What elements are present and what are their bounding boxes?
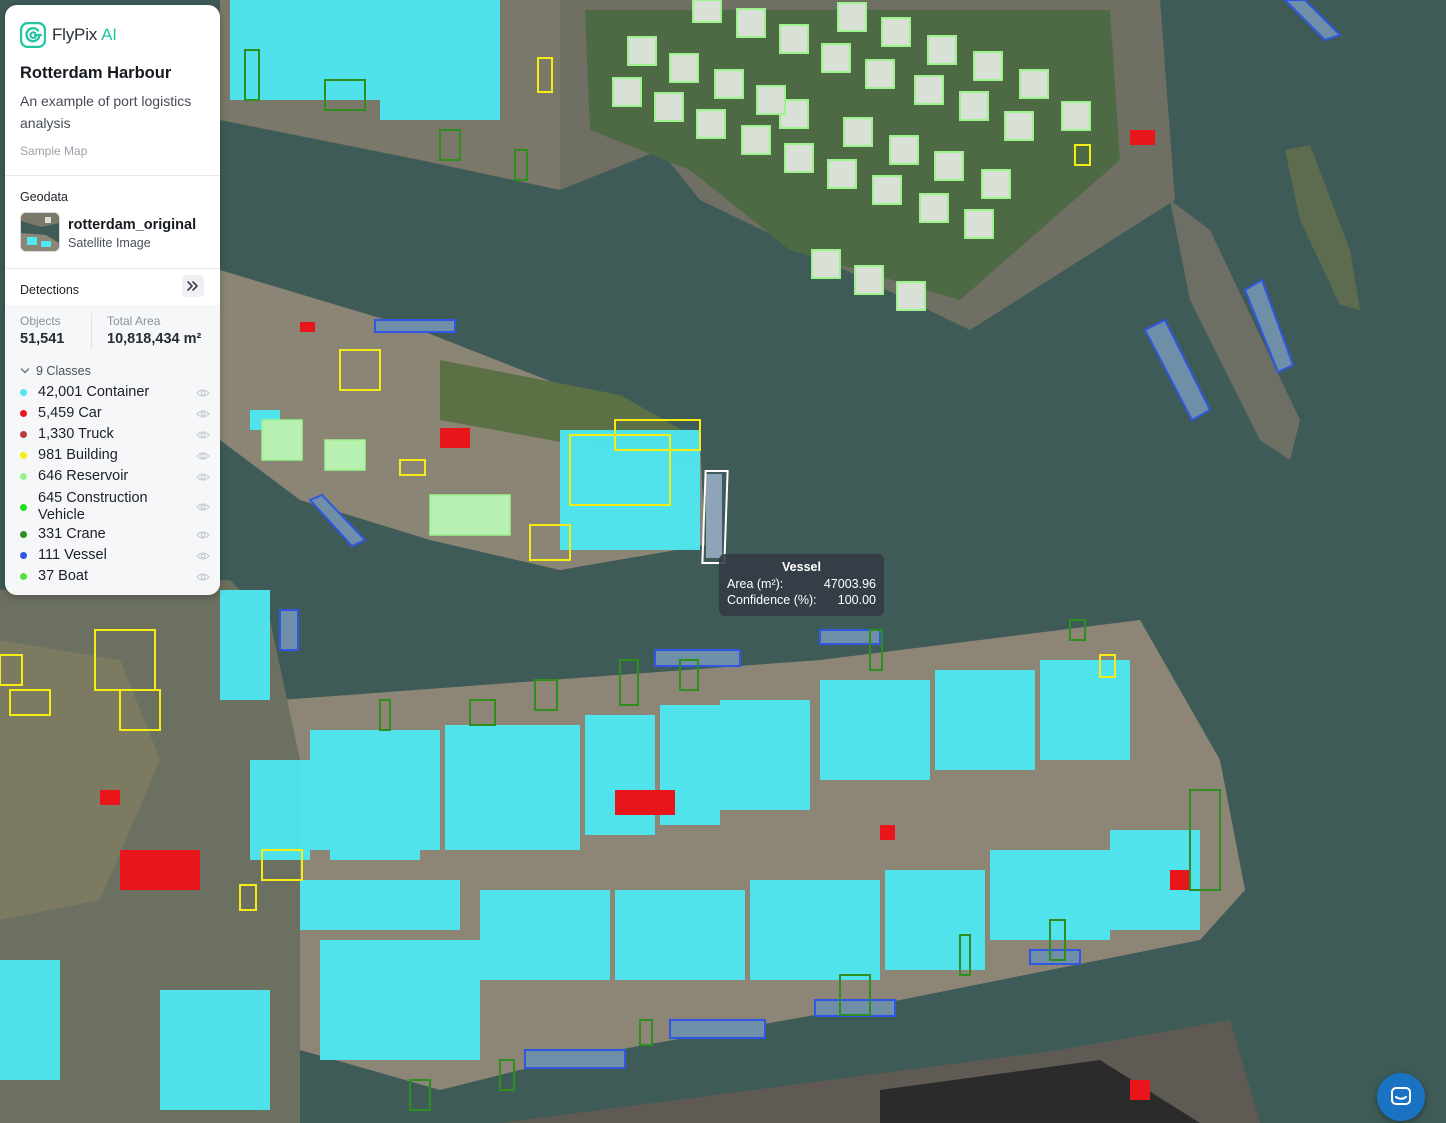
tooltip-area-label: Area (m²): [727,577,784,591]
class-row[interactable]: 37 Boat [20,568,210,585]
geodata-file-name[interactable]: rotterdam_original [68,217,212,233]
class-label: 646 Reservoir [38,468,129,484]
tooltip-area-value: 47003.96 [823,577,876,591]
class-row[interactable]: 646 Reservoir [20,468,210,485]
project-title: Rotterdam Harbour [20,64,172,82]
eye-icon[interactable] [196,572,210,582]
class-label: 981 Building [38,447,118,463]
detections-stats: Objects 51,541 Total Area 10,818,434 m² … [5,305,220,595]
brand[interactable]: FlyPix AI [20,22,117,48]
class-color-dot [20,552,27,559]
eye-icon[interactable] [196,430,210,440]
class-label: 5,459 Car [38,405,102,421]
class-row[interactable]: 331 Crane [20,526,210,543]
class-color-dot [20,410,27,417]
stat-divider [91,313,92,349]
eye-icon[interactable] [196,530,210,540]
tooltip-confidence-value: 100.00 [837,593,876,607]
class-row[interactable]: 981 Building [20,447,210,464]
class-label: 42,001 Container [38,384,150,400]
detections-section-label: Detections [20,283,80,297]
geodata-thumbnail[interactable] [20,212,60,252]
total-area-value: 10,818,434 m² [107,331,202,347]
class-label: 645 Construction Vehicle [38,490,148,523]
class-row[interactable]: 42,001 Container [20,384,210,401]
chat-bubble-icon [1391,1087,1411,1105]
class-label: 331 Crane [38,526,106,542]
objects-value: 51,541 [20,331,65,347]
classes-toggle[interactable]: 9 Classes [20,364,91,378]
class-row[interactable]: 5,459 Car [20,405,210,422]
class-label: 37 Boat [38,568,88,584]
eye-icon[interactable] [196,409,210,419]
satellite-thumbnail-icon [21,213,59,251]
class-row[interactable]: 111 Vessel [20,547,210,564]
class-color-dot [20,473,27,480]
classes-count-label: 9 Classes [36,364,91,378]
detection-tooltip: Vessel Area (m²): 47003.96 Confidence (%… [719,554,884,616]
flypix-logo-icon [20,22,46,48]
brand-name: FlyPix AI [52,25,117,44]
chevron-down-icon [20,368,30,374]
eye-icon[interactable] [196,451,210,461]
eye-icon[interactable] [196,388,210,398]
brand-suffix: AI [101,25,117,44]
class-label: 1,330 Truck [38,426,114,442]
class-row[interactable]: 645 Construction Vehicle [20,489,210,525]
class-color-dot [20,452,27,459]
class-label: 111 Vessel [38,547,107,563]
objects-label: Objects [20,314,61,328]
divider [5,175,220,176]
eye-icon[interactable] [196,472,210,482]
tooltip-confidence-row: Confidence (%): 100.00 [727,593,876,607]
total-area-label: Total Area [107,314,161,328]
tooltip-title: Vessel [782,560,821,574]
sample-map-tag: Sample Map [20,144,88,158]
eye-icon[interactable] [196,551,210,561]
class-color-dot [20,503,27,511]
tooltip-confidence-label: Confidence (%): [727,593,817,607]
selected-vessel-outline[interactable] [701,470,729,564]
class-row[interactable]: 1,330 Truck [20,426,210,443]
eye-icon[interactable] [196,502,210,512]
geodata-section-label: Geodata [20,190,68,204]
divider [5,268,220,269]
double-chevron-right-icon [187,281,198,291]
geodata-file-type: Satellite Image [68,236,151,250]
class-color-dot [20,389,27,396]
project-subtitle: An example of port logistics analysis [20,93,192,131]
info-panel: FlyPix AI Rotterdam Harbour An example of… [5,5,220,595]
class-color-dot [20,573,27,580]
expand-detections-button[interactable] [182,275,204,297]
class-color-dot [20,431,27,438]
tooltip-area-row: Area (m²): 47003.96 [727,577,876,591]
chat-button[interactable] [1377,1073,1425,1121]
class-color-dot [20,531,27,538]
